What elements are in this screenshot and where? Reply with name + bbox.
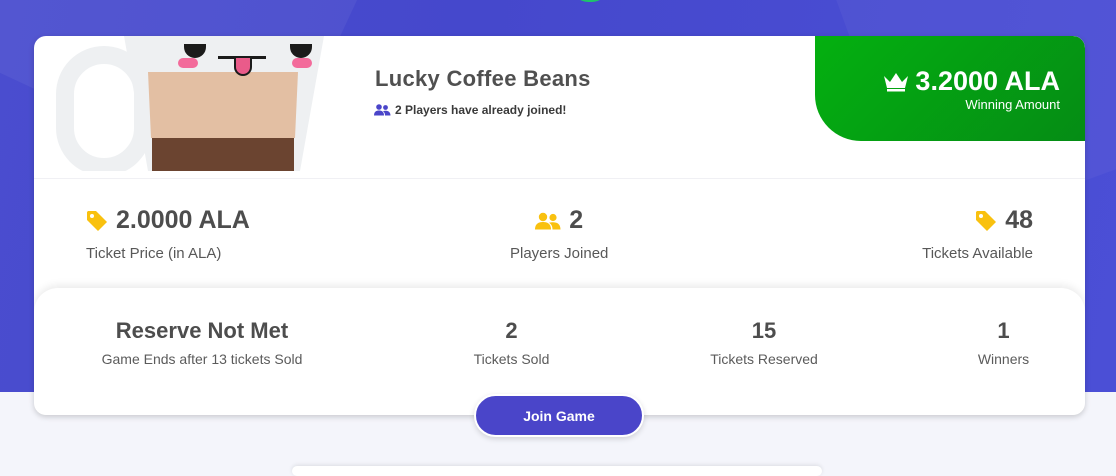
game-title: Lucky Coffee Beans xyxy=(375,66,591,91)
mug-cheek-left xyxy=(178,58,198,68)
coffee-mug-illustration xyxy=(56,36,326,171)
ticket-price-stat: 2.0000 ALA Ticket Price (in ALA) xyxy=(86,206,250,262)
reserve-status-value: Reserve Not Met xyxy=(115,318,289,343)
ticket-price-label: Ticket Price (in ALA) xyxy=(86,245,222,262)
tickets-reserved-value: 15 xyxy=(751,318,777,343)
tag-icon xyxy=(975,210,997,232)
winners-label: Winners xyxy=(977,351,1030,367)
tickets-sold-value: 2 xyxy=(505,318,518,343)
players-joined-note: 2 Players have already joined! xyxy=(374,103,566,117)
users-icon xyxy=(374,104,391,116)
tickets-sold: 2 Tickets Sold xyxy=(454,318,569,367)
coffee-liquid xyxy=(152,138,294,171)
tickets-reserved: 15 Tickets Reserved xyxy=(694,318,834,367)
players-joined-value: 2 xyxy=(569,206,584,234)
tickets-available-value: 48 xyxy=(1005,206,1033,234)
tickets-available-stat: 48 Tickets Available xyxy=(922,206,1033,262)
users-icon xyxy=(535,212,561,230)
game-card: Lucky Coffee Beans 2 Players have alread… xyxy=(34,36,1085,415)
tickets-available-label: Tickets Available xyxy=(922,245,1033,262)
winners: 1 Winners xyxy=(966,318,1041,367)
coffee-foam xyxy=(148,72,298,138)
players-joined-label: Players Joined xyxy=(510,245,609,262)
status-dot xyxy=(572,0,608,2)
crown-icon xyxy=(883,72,909,92)
winning-amount: 3.2000 ALA xyxy=(883,66,1060,97)
tickets-sold-label: Tickets Sold xyxy=(473,351,550,367)
winning-amount-label: Winning Amount xyxy=(965,97,1060,112)
divider xyxy=(34,178,1085,179)
next-card-edge xyxy=(292,466,822,476)
mug-tongue xyxy=(234,58,252,76)
tag-icon xyxy=(86,210,108,232)
winners-value: 1 xyxy=(997,318,1010,343)
reserve-status-label: Game Ends after 13 tickets Sold xyxy=(101,351,303,367)
winning-amount-value: 3.2000 ALA xyxy=(915,66,1060,96)
reserve-status: Reserve Not Met Game Ends after 13 ticke… xyxy=(84,318,320,367)
winning-amount-box: 3.2000 ALA Winning Amount xyxy=(815,36,1085,141)
players-joined-text: 2 Players have already joined! xyxy=(395,103,567,117)
tickets-reserved-label: Tickets Reserved xyxy=(710,351,818,367)
mug-cheek-right xyxy=(292,58,312,68)
ticket-price-value: 2.0000 ALA xyxy=(116,206,250,234)
join-game-button[interactable]: Join Game xyxy=(474,394,644,437)
players-joined-stat: 2 Players Joined xyxy=(510,206,608,262)
